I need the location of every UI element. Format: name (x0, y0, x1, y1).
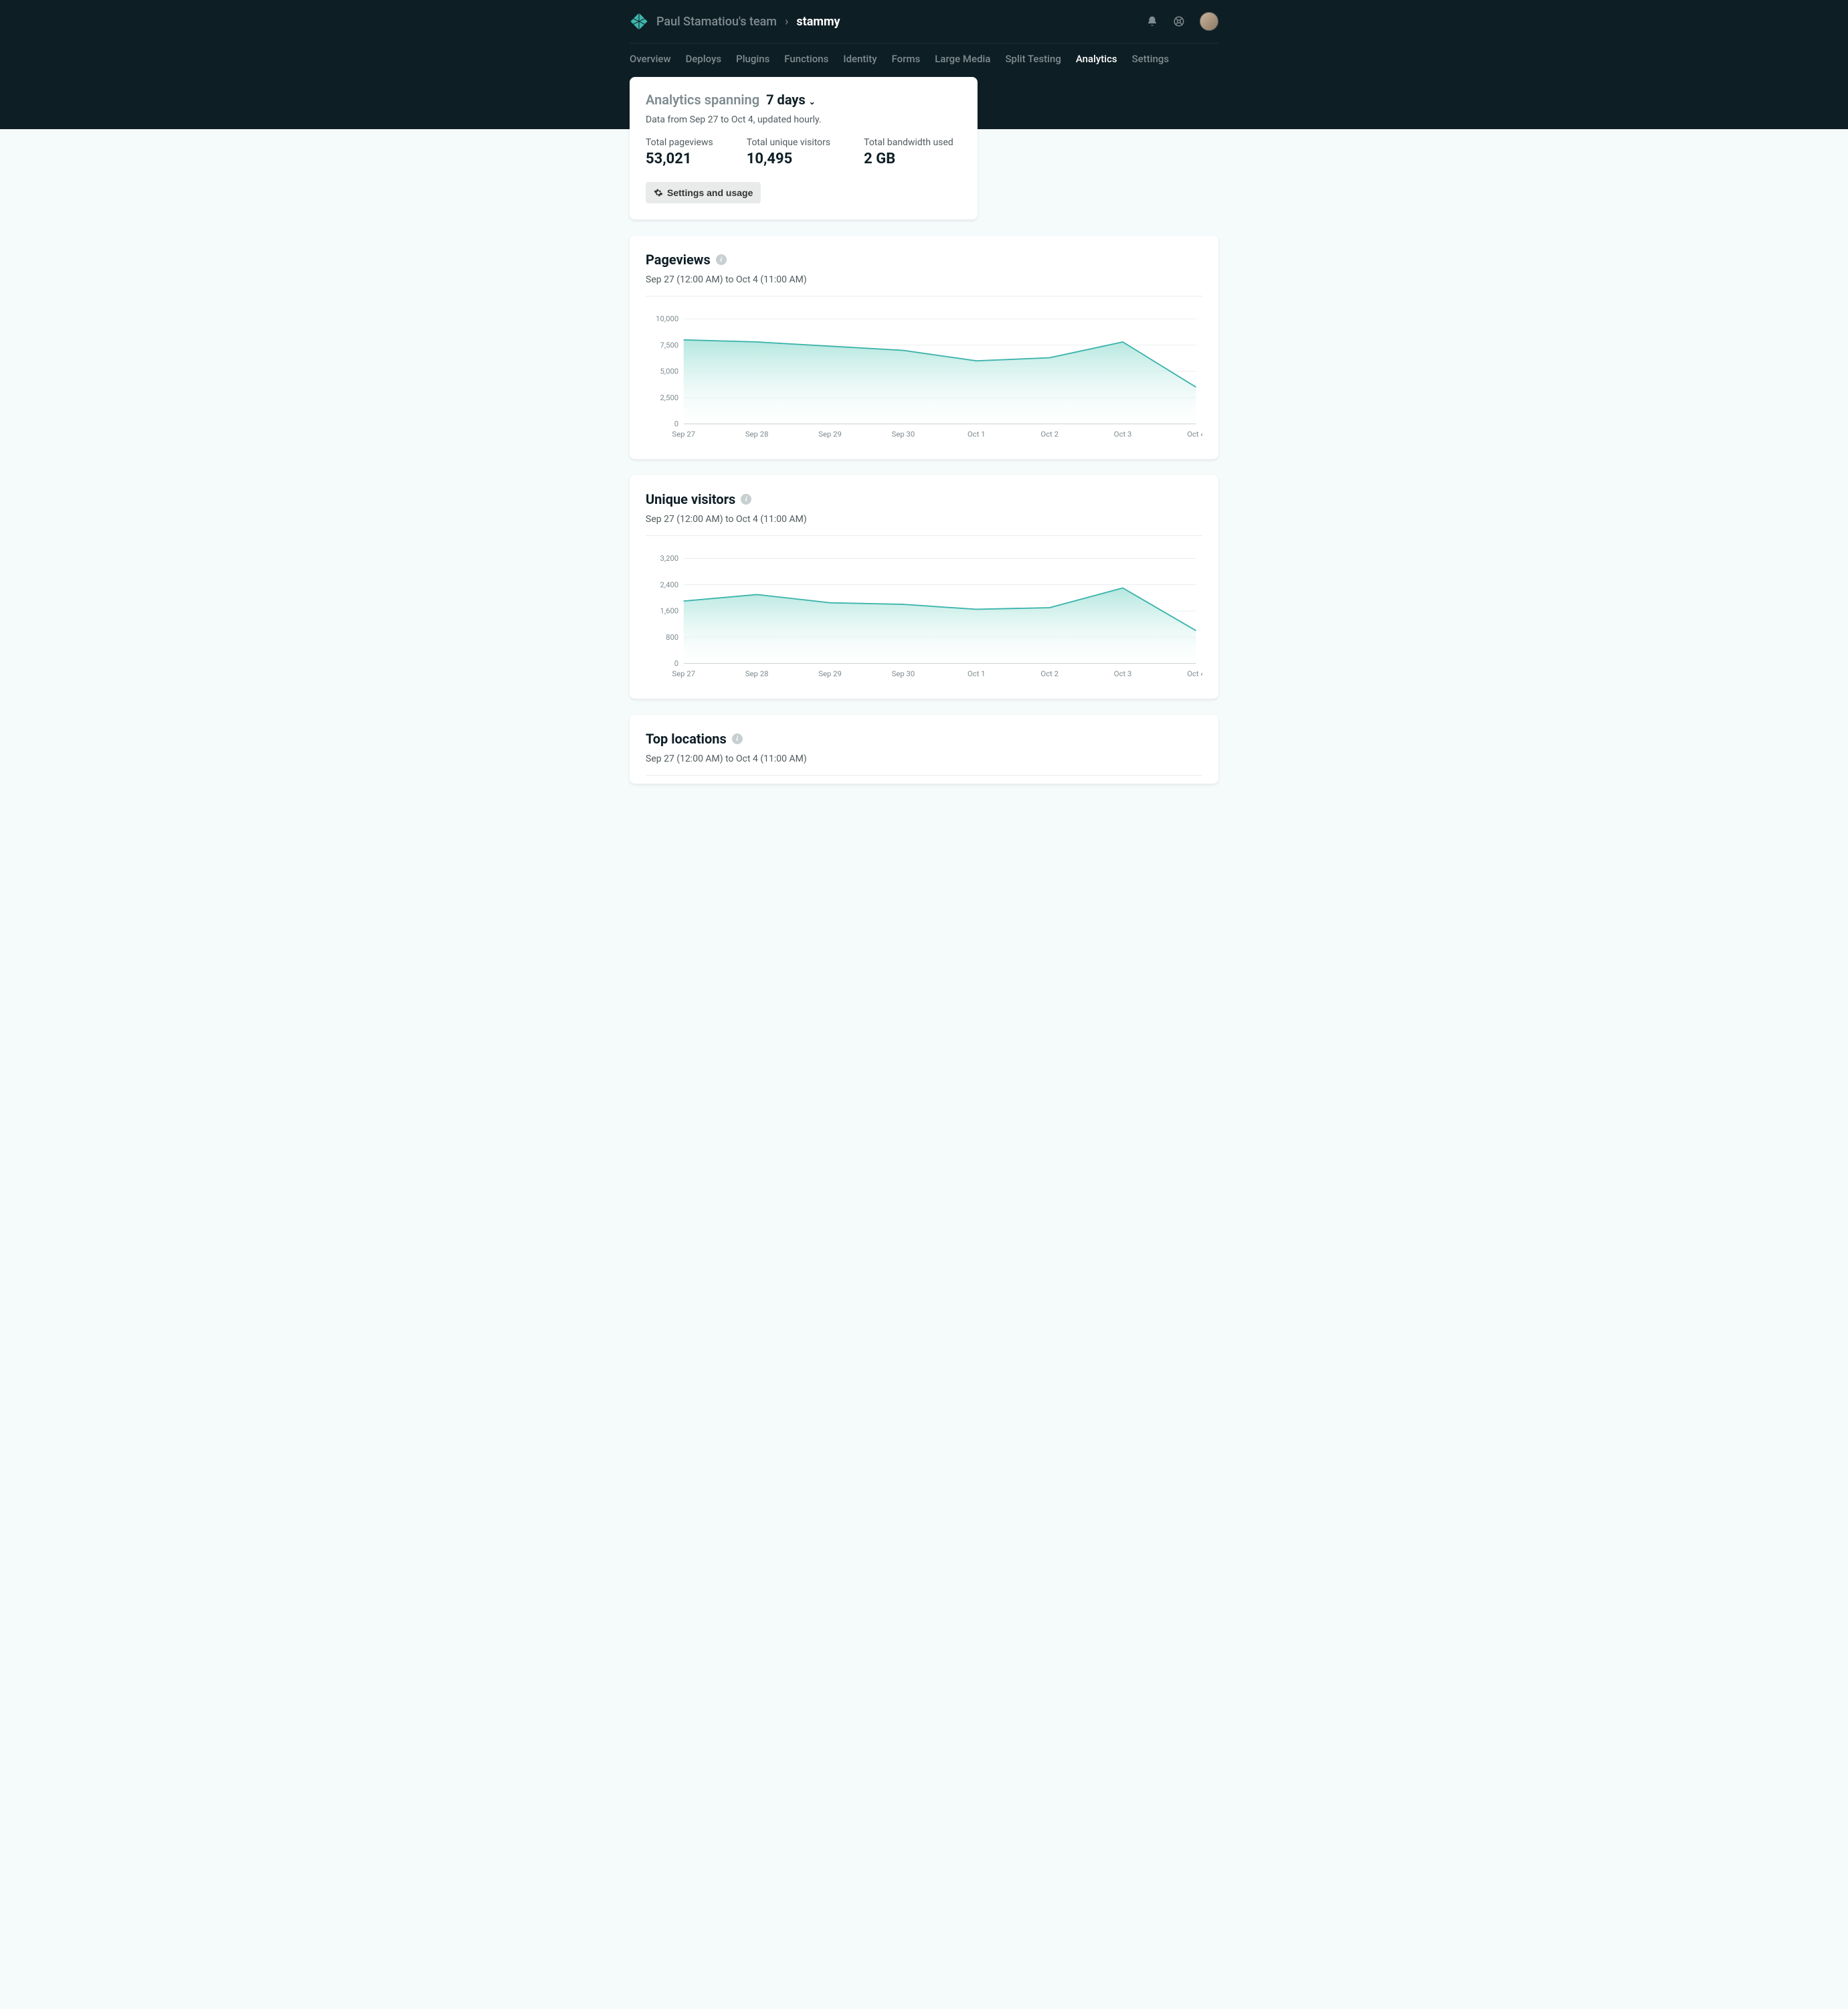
summary-period-value: 7 days (766, 92, 806, 108)
locations-title: Top locations i (646, 731, 1202, 747)
svg-text:Sep 27: Sep 27 (672, 429, 695, 438)
nav-identity[interactable]: Identity (843, 53, 876, 65)
svg-text:Sep 29: Sep 29 (818, 669, 842, 678)
chart-title-text: Top locations (646, 731, 727, 747)
svg-text:Oct 4: Oct 4 (1187, 669, 1202, 678)
nav-split-testing[interactable]: Split Testing (1005, 53, 1060, 65)
svg-text:2,400: 2,400 (660, 580, 678, 590)
chart-title-text: Pageviews (646, 252, 711, 268)
pageviews-title: Pageviews i (646, 252, 1202, 268)
chevron-down-icon: ⌄ (809, 97, 816, 106)
team-name[interactable]: Paul Stamatiou's team (656, 15, 777, 29)
svg-text:10,000: 10,000 (656, 314, 678, 323)
chart-range: Sep 27 (12:00 AM) to Oct 4 (11:00 AM) (646, 514, 1202, 536)
svg-text:Sep 27: Sep 27 (672, 669, 695, 678)
stat-value: 10,495 (747, 151, 830, 167)
nav-large-media[interactable]: Large Media (935, 53, 990, 65)
stat-value: 2 GB (864, 151, 953, 167)
svg-text:Oct 2: Oct 2 (1040, 669, 1058, 678)
stat-label: Total bandwidth used (864, 137, 953, 148)
header-icons (1146, 12, 1218, 31)
stat-label: Total unique visitors (747, 137, 830, 148)
settings-usage-button[interactable]: Settings and usage (646, 182, 761, 203)
stat-bandwidth: Total bandwidth used 2 GB (864, 137, 953, 167)
pageviews-chart: 0 2,500 5,000 7,500 10,000 Sep 27 Sep 28 Sep 29… (646, 313, 1202, 439)
locations-card: Top locations i Sep 27 (12:00 AM) to Oct… (630, 715, 1218, 784)
analytics-summary-card: Analytics spanning 7 days ⌄ Data from Se… (630, 77, 978, 220)
stat-visitors: Total unique visitors 10,495 (747, 137, 830, 167)
svg-text:Oct 1: Oct 1 (967, 669, 986, 678)
nav-analytics[interactable]: Analytics (1076, 53, 1117, 65)
info-icon[interactable]: i (732, 733, 743, 744)
svg-text:800: 800 (666, 632, 678, 642)
stat-label: Total pageviews (646, 137, 713, 148)
summary-title-prefix: Analytics spanning (646, 92, 759, 108)
site-name[interactable]: stammy (796, 15, 840, 29)
svg-text:1,600: 1,600 (660, 606, 678, 616)
svg-text:Sep 29: Sep 29 (818, 429, 842, 438)
svg-text:2,500: 2,500 (660, 393, 678, 402)
breadcrumb-separator: › (785, 15, 788, 29)
nav-plugins[interactable]: Plugins (736, 53, 769, 65)
svg-text:Sep 30: Sep 30 (892, 669, 915, 678)
visitors-card: Unique visitors i Sep 27 (12:00 AM) to O… (630, 475, 1218, 699)
stats-row: Total pageviews 53,021 Total unique visi… (646, 137, 961, 167)
nav-settings[interactable]: Settings (1132, 53, 1170, 65)
svg-text:Sep 28: Sep 28 (745, 669, 769, 678)
settings-usage-label: Settings and usage (667, 187, 753, 198)
nav-functions[interactable]: Functions (784, 53, 828, 65)
svg-text:Sep 28: Sep 28 (745, 429, 769, 438)
summary-period-dropdown[interactable]: 7 days ⌄ (766, 92, 816, 108)
svg-text:Oct 2: Oct 2 (1040, 429, 1058, 438)
svg-text:7,500: 7,500 (660, 340, 678, 349)
svg-text:3,200: 3,200 (660, 553, 678, 563)
info-icon[interactable]: i (741, 494, 751, 505)
svg-text:Oct 3: Oct 3 (1114, 429, 1132, 438)
bell-icon[interactable] (1146, 15, 1158, 27)
help-icon[interactable] (1173, 15, 1185, 27)
svg-text:Oct 1: Oct 1 (967, 429, 986, 438)
stat-value: 53,021 (646, 151, 713, 167)
stat-pageviews: Total pageviews 53,021 (646, 137, 713, 167)
nav-overview[interactable]: Overview (630, 53, 671, 65)
chart-title-text: Unique visitors (646, 491, 735, 507)
chart-range: Sep 27 (12:00 AM) to Oct 4 (11:00 AM) (646, 274, 1202, 296)
svg-text:Oct 3: Oct 3 (1114, 669, 1132, 678)
svg-text:Sep 30: Sep 30 (892, 429, 915, 438)
nav-row: Overview Deploys Plugins Functions Ident… (630, 43, 1218, 77)
visitors-chart: 0 800 1,600 2,400 3,200 Sep 27 Sep 28 Sep 29 Sep… (646, 552, 1202, 679)
info-icon[interactable]: i (716, 254, 727, 265)
summary-title: Analytics spanning 7 days ⌄ (646, 92, 961, 108)
chart-range: Sep 27 (12:00 AM) to Oct 4 (11:00 AM) (646, 754, 1202, 776)
nav-deploys[interactable]: Deploys (686, 53, 722, 65)
svg-text:Oct 4: Oct 4 (1187, 429, 1202, 438)
header-row: Paul Stamatiou's team › stammy (630, 0, 1218, 43)
svg-text:0: 0 (674, 659, 678, 668)
avatar[interactable] (1200, 12, 1218, 31)
netlify-logo-icon[interactable] (630, 12, 648, 31)
svg-text:5,000: 5,000 (660, 367, 678, 376)
pageviews-card: Pageviews i Sep 27 (12:00 AM) to Oct 4 (… (630, 236, 1218, 459)
summary-subtitle: Data from Sep 27 to Oct 4, updated hourl… (646, 114, 961, 125)
nav-forms[interactable]: Forms (892, 53, 921, 65)
breadcrumb: Paul Stamatiou's team › stammy (630, 12, 840, 31)
visitors-title: Unique visitors i (646, 491, 1202, 507)
svg-text:0: 0 (674, 419, 678, 428)
gear-icon (654, 188, 663, 197)
